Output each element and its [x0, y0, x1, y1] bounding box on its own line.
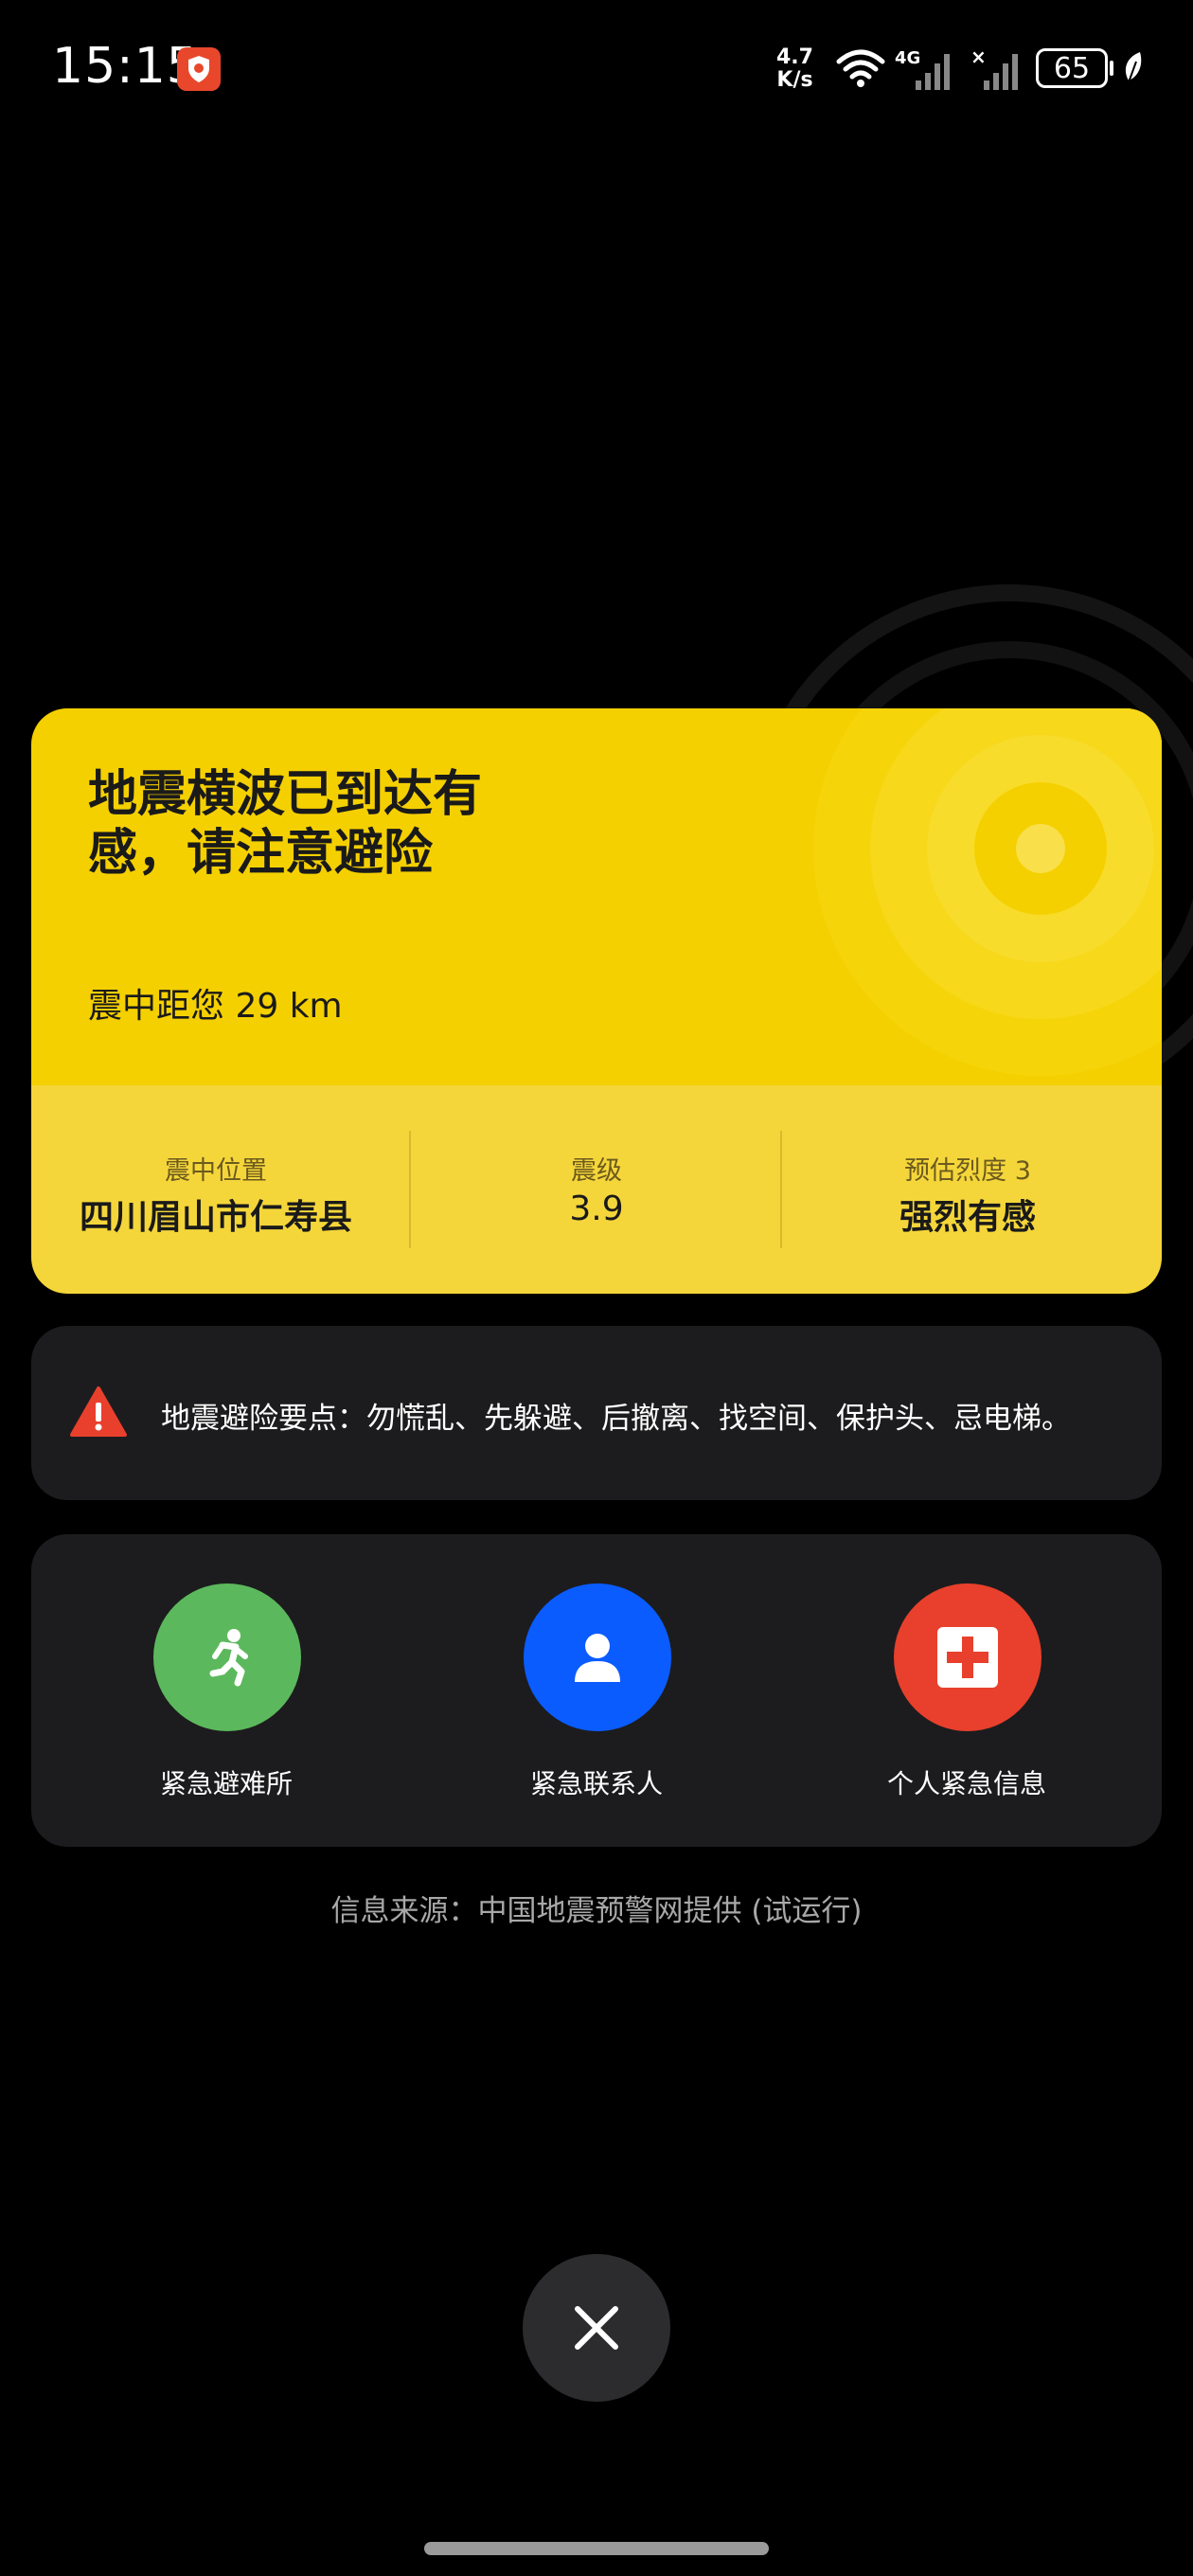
earthquake-alert-card: 地震横波已到达有感，请注意避险 震中距您 29 km 震中位置 四川眉山市仁寿县… — [31, 708, 1162, 1294]
person-icon[interactable] — [524, 1583, 671, 1731]
alert-headline: 地震横波已到达有感，请注意避险 — [88, 765, 483, 882]
safety-tip-card: 地震避险要点：勿慌乱、先躲避、后撤离、找空间、保护头、忌电梯。 — [31, 1326, 1162, 1500]
stat-intensity: 预估烈度 3 强烈有感 — [783, 1085, 1152, 1294]
battery-icon: 65 — [1036, 48, 1108, 88]
emergency-actions-card: 紧急避难所 紧急联系人 个人紧急信息 — [31, 1534, 1162, 1847]
home-indicator[interactable] — [424, 2542, 769, 2555]
stat-location: 震中位置 四川眉山市仁寿县 — [31, 1085, 401, 1294]
running-person-icon[interactable] — [153, 1583, 301, 1731]
net-speed-value: 4.7 — [776, 45, 813, 69]
net-speed-unit: K/s — [776, 68, 813, 92]
signal-4g-icon: 4G — [895, 48, 950, 90]
shield-app-icon — [177, 47, 221, 91]
battery-level: 65 — [1053, 51, 1091, 85]
contacts-button[interactable]: 紧急联系人 — [454, 1583, 739, 1811]
magnitude-label: 震级 — [571, 1156, 622, 1186]
net-speed: 4.7 K/s — [776, 46, 813, 92]
shelter-label: 紧急避难所 — [159, 1768, 293, 1799]
epicenter-distance: 震中距您 29 km — [88, 987, 343, 1026]
contacts-label: 紧急联系人 — [529, 1768, 663, 1799]
info-source: 信息来源：中国地震预警网提供 (试运行) — [330, 1894, 863, 1928]
shelter-button[interactable]: 紧急避难所 — [84, 1583, 368, 1811]
intensity-value: 强烈有感 — [899, 1198, 1036, 1237]
wifi-icon — [836, 49, 885, 87]
intensity-label: 预估烈度 3 — [904, 1156, 1031, 1186]
stat-magnitude: 震级 3.9 — [412, 1085, 781, 1294]
location-value: 四川眉山市仁寿县 — [79, 1198, 352, 1237]
network-type-label: 4G — [895, 48, 920, 68]
signal-no-sim-icon: × — [970, 46, 1018, 90]
close-icon[interactable] — [572, 2303, 621, 2352]
stat-divider — [780, 1131, 782, 1248]
medical-cross-icon[interactable] — [894, 1583, 1042, 1731]
leaf-icon — [1125, 52, 1142, 83]
warning-icon — [70, 1386, 127, 1437]
svg-text:×: × — [970, 46, 987, 68]
stat-divider — [409, 1131, 411, 1248]
status-bar: 15:15 4.7 K/s 4G × 65 — [0, 0, 1193, 142]
alert-card-header: 地震横波已到达有感，请注意避险 震中距您 29 km — [31, 708, 1162, 1085]
close-button[interactable] — [523, 2254, 670, 2402]
ripple-rings-icon — [813, 708, 1162, 1076]
medical-info-label: 个人紧急信息 — [886, 1768, 1046, 1799]
alert-stats: 震中位置 四川眉山市仁寿县 震级 3.9 预估烈度 3 强烈有感 — [31, 1085, 1162, 1294]
battery-tip — [1110, 61, 1113, 76]
safety-tip-text: 地震避险要点：勿慌乱、先躲避、后撤离、找空间、保护头、忌电梯。 — [161, 1402, 1071, 1436]
status-indicators: 4.7 K/s 4G × 65 — [757, 43, 1193, 96]
location-label: 震中位置 — [165, 1156, 267, 1186]
medical-info-button[interactable]: 个人紧急信息 — [825, 1583, 1109, 1811]
earthquake-alert-screen: 15:15 4.7 K/s 4G × 65 地震横波已到达有感，请注意避险 震中… — [0, 0, 1193, 2576]
magnitude-value: 3.9 — [569, 1190, 624, 1228]
